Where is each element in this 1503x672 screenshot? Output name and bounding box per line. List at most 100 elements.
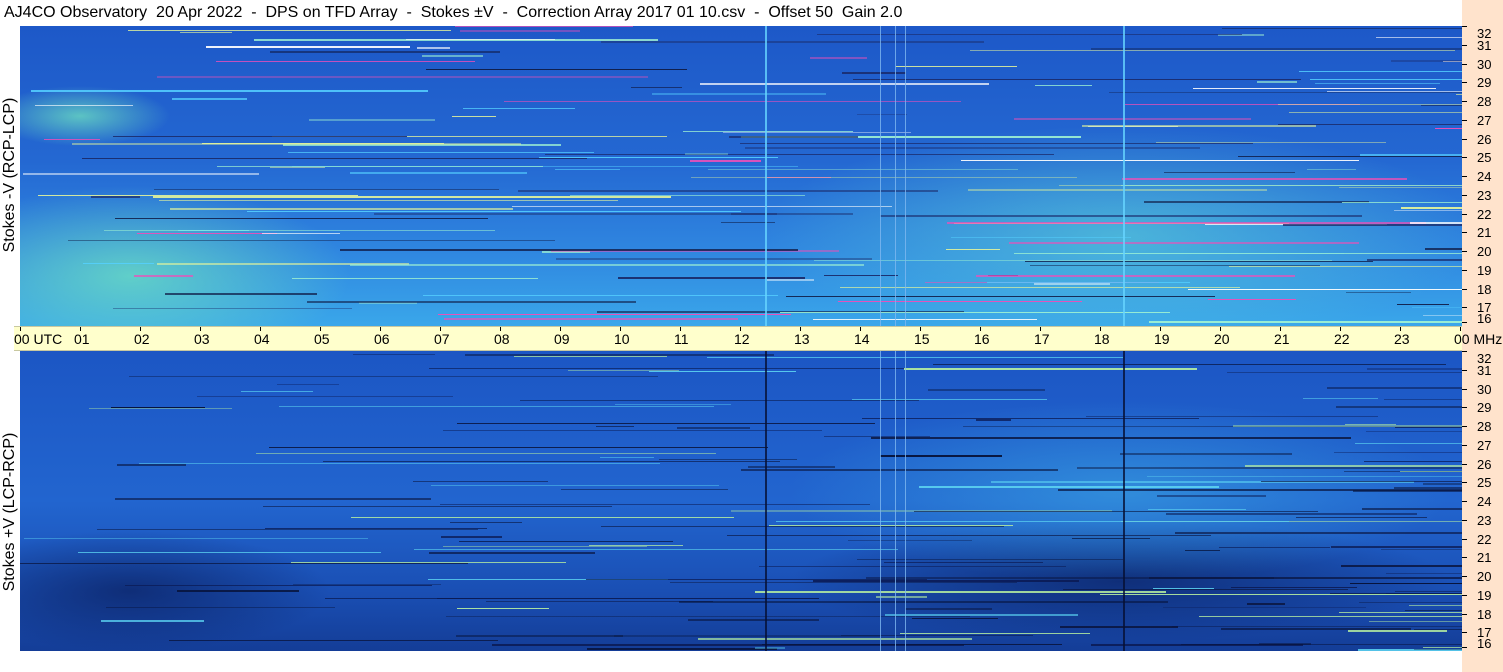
rfi-streak xyxy=(106,607,335,608)
rfi-streak xyxy=(172,98,247,100)
rfi-streak xyxy=(1409,605,1462,606)
rfi-streak xyxy=(1395,427,1462,428)
rfi-streak xyxy=(1401,207,1462,209)
rfi-streak xyxy=(1423,315,1462,316)
rfi-streak xyxy=(1425,248,1462,250)
top-panel-ylabel: Stokes -V (RCP-LCP) xyxy=(1,97,18,253)
rfi-streak xyxy=(1034,283,1110,285)
rfi-streak xyxy=(423,295,778,296)
rfi-streak xyxy=(683,131,853,132)
rfi-streak xyxy=(111,407,205,408)
rfi-streak xyxy=(1386,593,1462,594)
rfi-streak xyxy=(769,525,1013,526)
freq-tick-mark xyxy=(1462,594,1467,596)
rfi-streak xyxy=(1153,588,1214,589)
rfi-streak xyxy=(933,364,1446,365)
freq-tick-mark xyxy=(1462,138,1467,140)
rfi-streak xyxy=(460,30,580,32)
rfi-streak xyxy=(1122,178,1407,180)
rfi-streak xyxy=(838,301,1082,302)
rfi-streak xyxy=(429,552,595,554)
vertical-interference-line xyxy=(880,351,881,651)
time-tick-label: 04 xyxy=(254,331,270,347)
rfi-streak xyxy=(1221,628,1411,630)
rfi-streak xyxy=(1163,607,1366,608)
freq-tick-mark xyxy=(1462,26,1467,27)
rfi-streak xyxy=(1391,60,1462,62)
rfi-streak xyxy=(884,562,1043,563)
rfi-streak xyxy=(905,608,992,610)
time-tick-label: 13 xyxy=(794,331,810,347)
rfi-streak xyxy=(914,511,1318,512)
rfi-streak xyxy=(1164,172,1295,173)
rfi-streak xyxy=(968,189,1267,191)
rfi-streak xyxy=(848,540,972,541)
rfi-streak xyxy=(1348,630,1447,632)
rfi-streak xyxy=(1014,118,1251,120)
rfi-streak xyxy=(514,356,667,357)
time-tick-label: 00 UTC xyxy=(14,331,63,347)
rfi-streak xyxy=(814,260,1332,261)
time-tick-label: 12 xyxy=(734,331,750,347)
rfi-streak xyxy=(1362,508,1462,510)
rfi-streak xyxy=(1386,573,1462,574)
rfi-streak xyxy=(417,47,450,49)
freq-tick-label: 20 xyxy=(1477,244,1492,259)
rfi-streak xyxy=(1355,443,1462,444)
rfi-streak xyxy=(216,61,475,62)
freq-tick-mark xyxy=(1462,63,1467,65)
plot-title: AJ4CO Observatory 20 Apr 2022 - DPS on T… xyxy=(0,0,1462,26)
vertical-interference-line xyxy=(895,26,896,326)
rfi-streak xyxy=(1086,416,1378,417)
rfi-streak xyxy=(256,453,716,454)
top-spectrogram[interactable] xyxy=(20,26,1462,326)
freq-tick-label: 21 xyxy=(1477,550,1492,566)
rfi-streak xyxy=(446,616,970,617)
rfi-streak xyxy=(1014,253,1462,254)
freq-tick-label: 31 xyxy=(1477,362,1492,378)
rfi-streak xyxy=(31,90,428,92)
rfi-streak xyxy=(729,136,858,138)
rfi-streak xyxy=(810,57,867,59)
rfi-streak xyxy=(780,312,1170,313)
rfi-streak xyxy=(1299,71,1462,72)
rfi-streak xyxy=(1331,546,1462,548)
rfi-streak xyxy=(1247,603,1285,605)
rfi-streak xyxy=(876,596,927,598)
time-tick-label: 10 xyxy=(614,331,630,347)
rfi-streak xyxy=(291,562,566,563)
rfi-streak xyxy=(437,598,819,599)
rfi-streak xyxy=(631,87,682,88)
rfi-streak xyxy=(852,399,1047,400)
time-tick-label: 15 xyxy=(914,331,930,347)
rfi-streak xyxy=(708,169,1018,170)
freq-tick-label: 29 xyxy=(1477,400,1492,416)
rfi-streak xyxy=(919,486,1219,488)
rfi-streak xyxy=(1345,424,1396,425)
time-tick-label: 16 xyxy=(974,331,990,347)
rfi-streak xyxy=(600,457,654,458)
rfi-streak xyxy=(1381,549,1462,550)
rfi-streak xyxy=(1410,222,1462,224)
rfi-streak xyxy=(614,635,881,637)
bottom-frequency-axis: 32 31 30 29 28 27 26 25 24 23 22 21 20 19 18 17 16 xyxy=(1462,351,1503,651)
bottom-spectrogram[interactable] xyxy=(20,351,1462,651)
rfi-streak xyxy=(1397,304,1449,305)
time-tick-label: 17 xyxy=(1034,331,1050,347)
vertical-interference-line xyxy=(895,351,896,651)
freq-tick-label: 21 xyxy=(1477,225,1492,241)
rfi-streak xyxy=(1185,550,1220,551)
rfi-streak xyxy=(1109,92,1462,93)
time-tick-label: 01 xyxy=(74,331,90,347)
rfi-streak xyxy=(1384,399,1462,400)
rfi-streak xyxy=(459,541,673,542)
rfi-streak xyxy=(444,318,738,320)
rfi-streak xyxy=(586,579,927,580)
rfi-streak xyxy=(1341,565,1462,567)
rfi-streak xyxy=(896,66,1017,67)
rfi-streak xyxy=(707,357,1123,358)
freq-tick-label: 28 xyxy=(1477,94,1492,109)
rfi-streak xyxy=(457,423,875,424)
rfi-streak xyxy=(288,152,594,153)
rfi-streak xyxy=(904,368,1197,370)
